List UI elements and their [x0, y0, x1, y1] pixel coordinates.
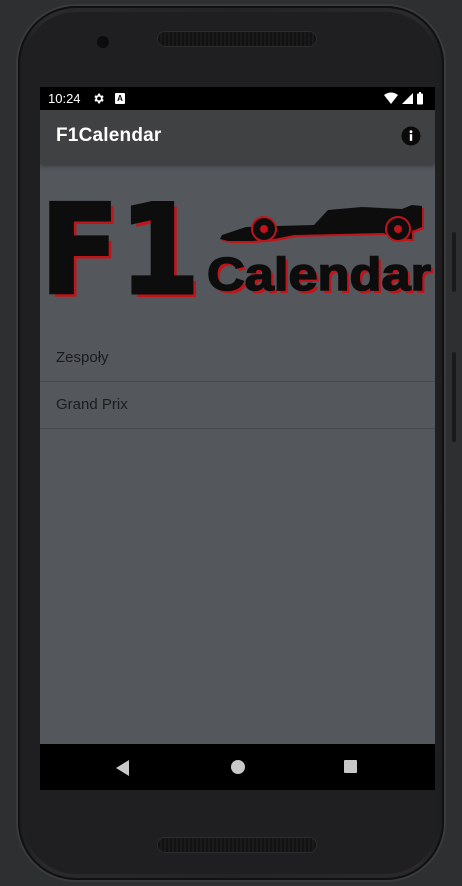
bottom-speaker-grille — [158, 838, 316, 852]
svg-text:Calendar: Calendar — [207, 248, 431, 300]
race-car-icon — [220, 205, 424, 243]
front-camera — [97, 36, 109, 48]
menu-item-label: Grand Prix — [56, 396, 128, 413]
device-background: 10:24 A F1Calendar F1 F1 Calendar Calend… — [0, 0, 462, 886]
status-bar: 10:24 A — [40, 87, 435, 110]
svg-text:F1: F1 — [40, 194, 200, 304]
app-bar: F1Calendar — [40, 110, 435, 164]
power-button — [452, 352, 456, 442]
status-time: 10:24 — [48, 91, 81, 106]
navigation-bar — [40, 744, 435, 790]
logo-calendar-text: Calendar Calendar — [206, 247, 434, 303]
home-icon[interactable] — [231, 760, 245, 774]
volume-button — [452, 232, 456, 292]
menu-item-teams[interactable]: Zespoły — [40, 335, 435, 382]
settings-icon — [94, 93, 104, 104]
wifi-icon — [384, 92, 398, 104]
system-status-icons — [384, 92, 423, 105]
recents-icon[interactable] — [344, 760, 357, 773]
info-icon[interactable] — [401, 126, 421, 146]
signal-icon — [402, 93, 413, 104]
top-speaker-grille — [158, 32, 316, 46]
back-icon[interactable] — [116, 760, 130, 776]
f1-calendar-logo: F1 F1 Calendar Calendar — [40, 194, 434, 304]
battery-icon — [417, 92, 423, 105]
a-notification-icon: A — [115, 93, 125, 104]
menu-item-grand-prix[interactable]: Grand Prix — [40, 382, 435, 429]
device-screen: 10:24 A F1Calendar F1 F1 Calendar Calend… — [40, 87, 435, 790]
menu-item-label: Zespoły — [56, 349, 109, 366]
app-title: F1Calendar — [56, 125, 162, 146]
menu-list: Zespoły Grand Prix — [40, 335, 435, 429]
logo-f1-text: F1 F1 — [40, 194, 204, 304]
